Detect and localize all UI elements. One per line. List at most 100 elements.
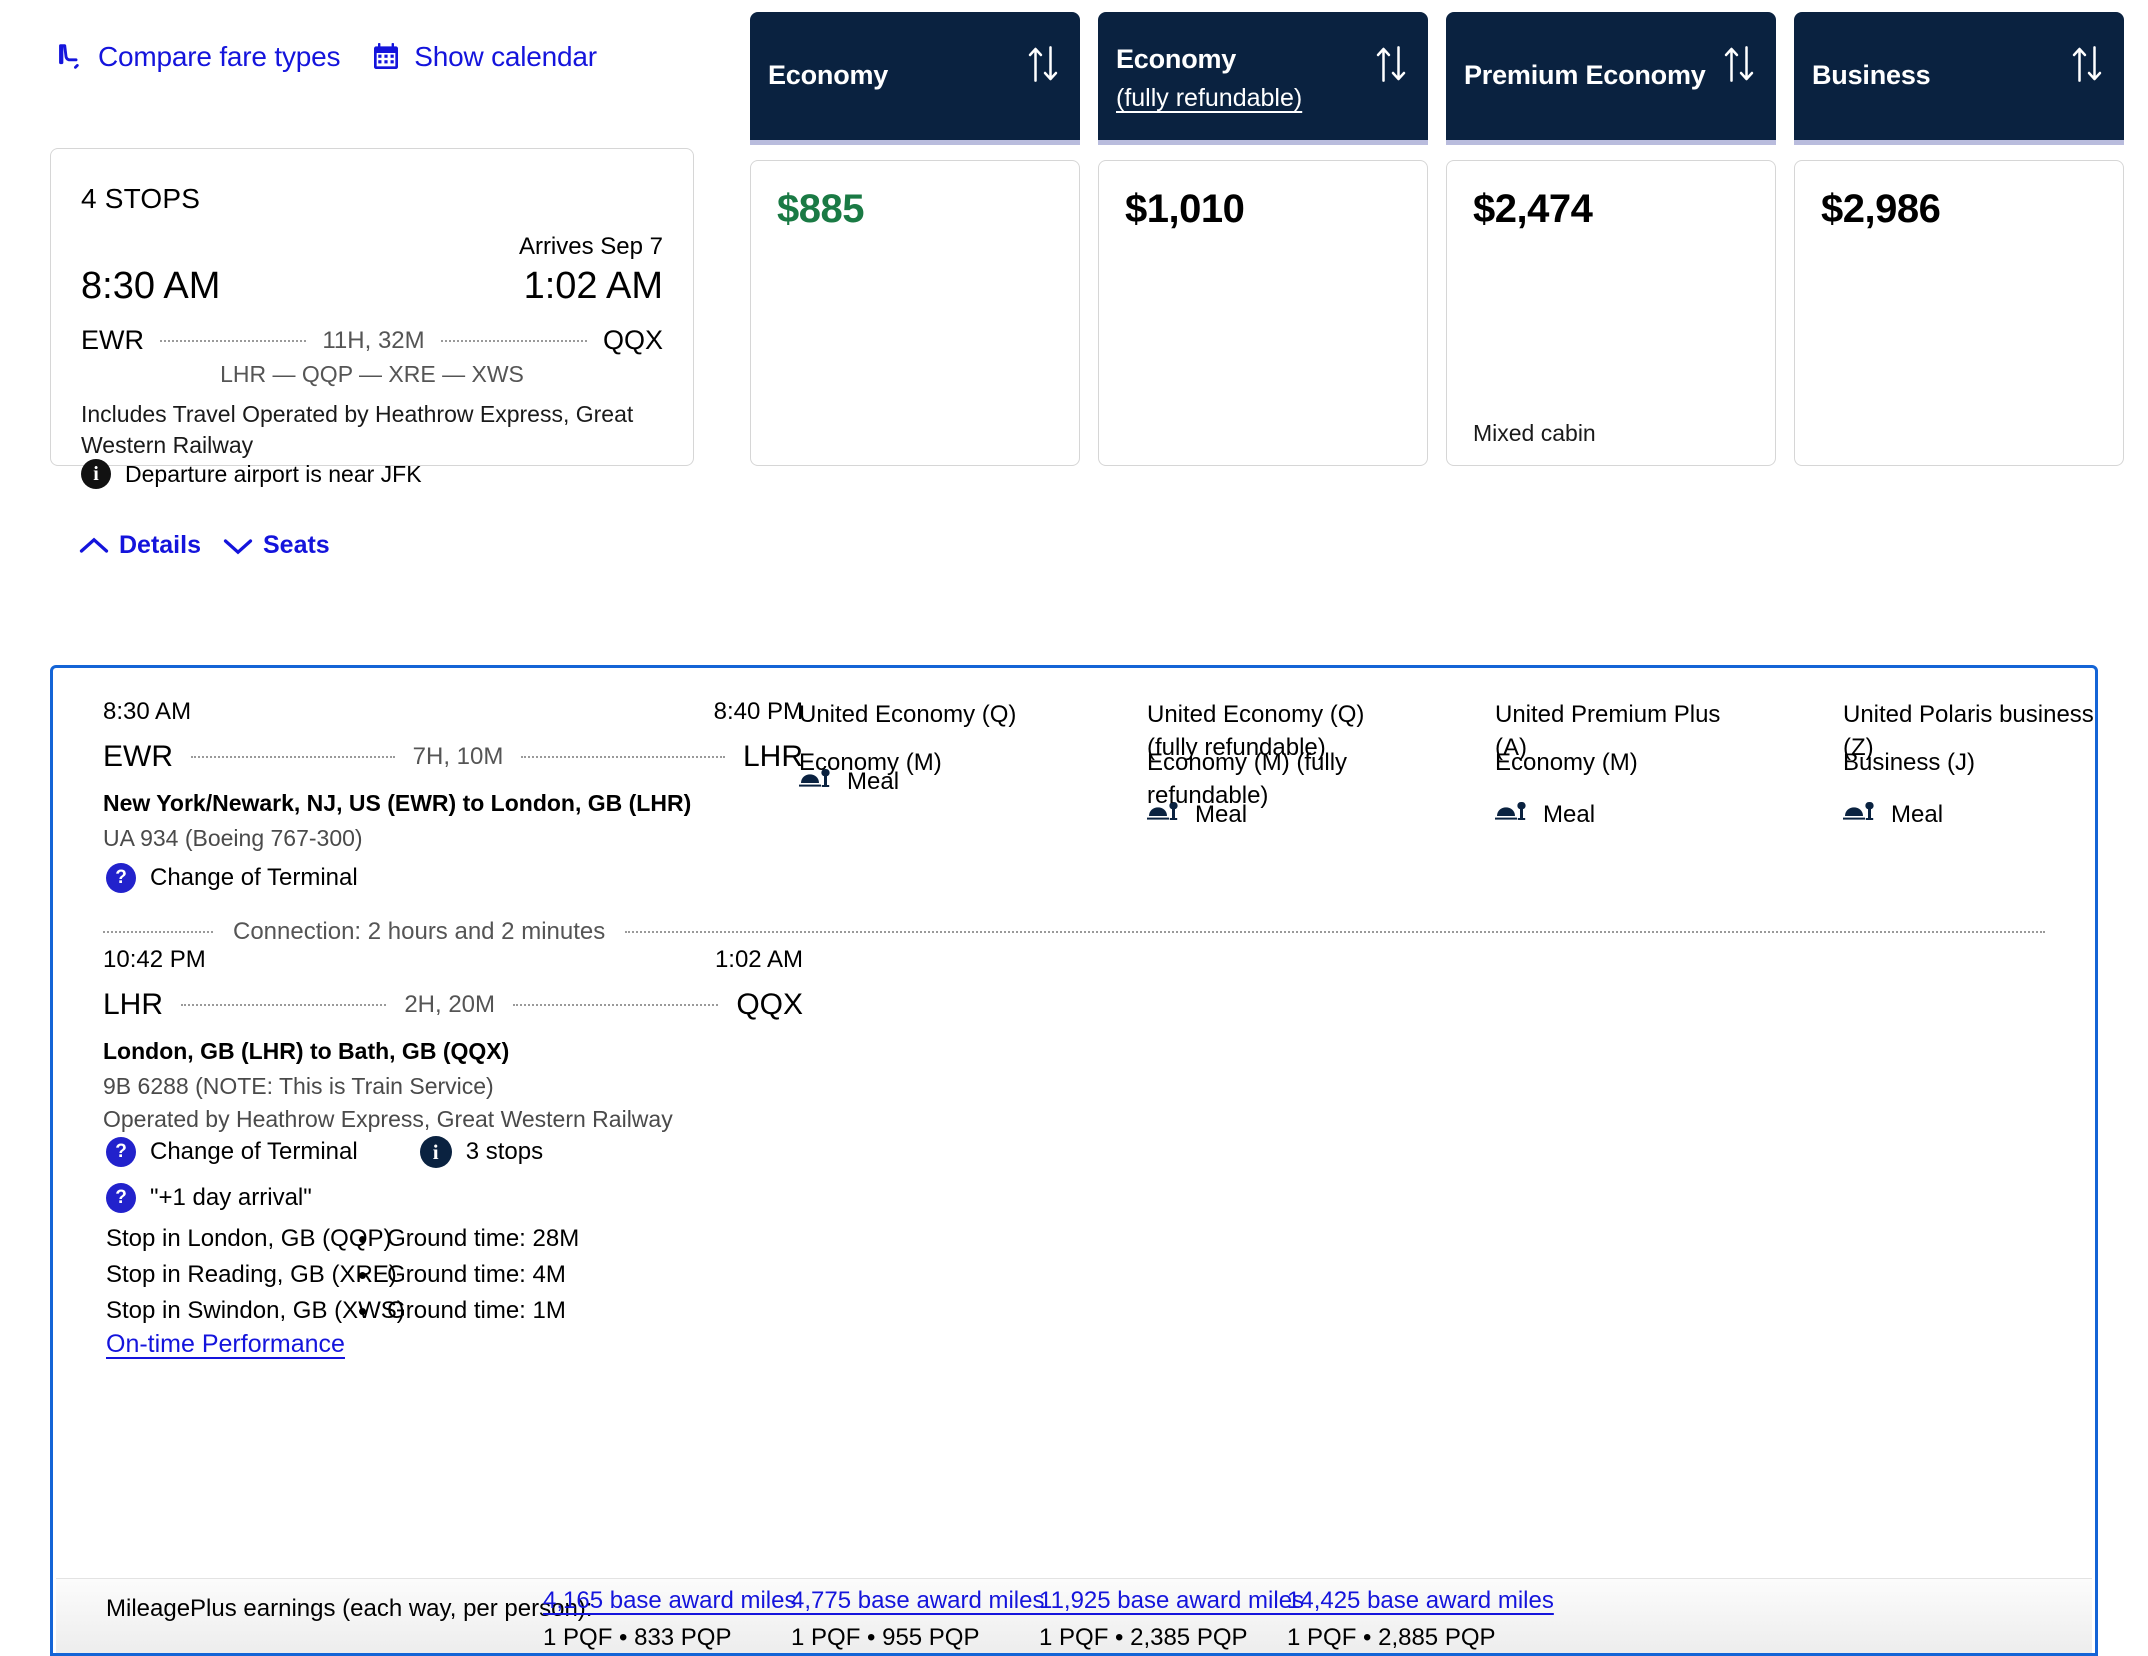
connection-dash-left xyxy=(103,931,213,933)
mileage-earnings-label: MileagePlus earnings (each way, per pers… xyxy=(106,1595,593,1622)
segment-2-times: 10:42 PM 1:02 AM xyxy=(103,946,803,980)
segment-origin-code: LHR xyxy=(103,988,164,1021)
question-icon[interactable]: ? xyxy=(106,863,136,893)
fare-class-label: Economy (M) xyxy=(799,749,942,776)
chevron-down-icon xyxy=(223,538,253,554)
segment-arrival-time: 8:40 PM xyxy=(713,698,803,725)
near-airport-note: i Departure airport is near JFK xyxy=(81,459,422,489)
fare-header-title: Economy xyxy=(768,60,889,90)
segment-arrival-time: 1:02 AM xyxy=(714,946,803,973)
separator-dot: • xyxy=(358,1296,368,1326)
mileage-column-business: 14,425 base award miles 1 PQF • 2,885 PQ… xyxy=(1287,1587,1554,1652)
show-calendar-button[interactable]: Show calendar xyxy=(370,41,597,73)
connection-divider: Connection: 2 hours and 2 minutes xyxy=(103,918,2045,946)
sort-toggle-icon[interactable] xyxy=(1722,44,1756,84)
base-award-miles-link[interactable]: 11,925 base award miles xyxy=(1039,1587,1304,1614)
seats-toggle-button[interactable]: Seats xyxy=(223,531,330,560)
segment-flight-number: UA 934 (Boeing 767-300) xyxy=(103,825,363,851)
price-value: $1,010 xyxy=(1125,187,1245,231)
summary-arrival-time: 1:02 AM xyxy=(523,265,663,307)
mileage-column-economy-refundable: 4,775 base award miles 1 PQF • 955 PQP xyxy=(791,1587,1044,1652)
compare-fare-types-button[interactable]: Compare fare types xyxy=(52,40,340,74)
question-icon[interactable]: ? xyxy=(106,1137,136,1167)
base-award-miles-link[interactable]: 14,425 base award miles xyxy=(1287,1587,1554,1614)
sort-toggle-icon[interactable] xyxy=(1374,44,1408,84)
fare-header-title: Premium Economy xyxy=(1464,60,1706,90)
price-card-economy-refundable[interactable]: $1,010 xyxy=(1098,160,1428,466)
connection-dash-right xyxy=(625,931,2045,933)
fare-header-premium-economy[interactable]: Premium Economy xyxy=(1446,12,1776,140)
fare-header-business[interactable]: Business xyxy=(1794,12,2124,140)
segment-duration: 7H, 10M xyxy=(412,743,504,770)
sort-toggle-icon[interactable] xyxy=(2070,44,2104,84)
badge-plus-one-day-arrival[interactable]: ? "+1 day arrival" xyxy=(106,1183,312,1213)
fare-header-economy[interactable]: Economy xyxy=(750,12,1080,140)
badge-label: "+1 day arrival" xyxy=(150,1184,312,1211)
segment-dash-left xyxy=(191,756,395,758)
compare-fare-types-label: Compare fare types xyxy=(98,41,341,72)
pqf-pqp-value: 1 PQF • 833 PQP xyxy=(543,1624,732,1651)
fare-header-title: Business xyxy=(1812,60,1931,90)
summary-departure-time: 8:30 AM xyxy=(81,265,221,307)
segment-2-fare-economy: Economy (M) xyxy=(799,746,1049,779)
route-dash-right xyxy=(440,339,587,342)
segment-city-pair: New York/Newark, NJ, US (EWR) to London,… xyxy=(103,790,692,816)
summary-destination-code: QQX xyxy=(603,325,664,355)
stop-ground-time: Ground time: 28M xyxy=(387,1225,580,1252)
mixed-cabin-note: Mixed cabin xyxy=(1473,420,1596,446)
stop-detail-row: Stop in London, GB (QQP) • Ground time: … xyxy=(106,1225,579,1253)
segment-destination-code: QQX xyxy=(736,988,803,1021)
summary-via-airports: LHR — QQP — XRE — XWS xyxy=(220,361,524,387)
fare-class-label: Economy (M) xyxy=(1495,749,1638,776)
details-toggle-button[interactable]: Details xyxy=(79,531,201,560)
flight-results-page: Compare fare types Show calendar Economy… xyxy=(0,0,2148,1656)
meal-icon xyxy=(1843,800,1879,829)
fare-header-economy-refundable[interactable]: Economy (fully refundable) xyxy=(1098,12,1428,140)
segment-flight-number: 9B 6288 (NOTE: This is Train Service) xyxy=(103,1073,494,1099)
segment-dash-left xyxy=(181,1004,387,1006)
stop-place: Stop in London, GB (QQP) xyxy=(106,1225,392,1252)
fare-header-title: Economy xyxy=(1116,44,1237,74)
stop-ground-time: Ground time: 4M xyxy=(387,1261,566,1288)
info-icon: i xyxy=(81,459,111,489)
badge-change-of-terminal[interactable]: ? Change of Terminal xyxy=(106,863,358,893)
badge-change-of-terminal[interactable]: ? Change of Terminal xyxy=(106,1137,358,1167)
price-value: $885 xyxy=(777,187,864,231)
route-dash-left xyxy=(160,339,307,342)
base-award-miles-link[interactable]: 4,775 base award miles xyxy=(791,1587,1044,1614)
stops-detail-list: Stop in London, GB (QQP) • Ground time: … xyxy=(106,1225,579,1333)
pqf-pqp-value: 1 PQF • 2,385 PQP xyxy=(1039,1624,1248,1651)
badge-label: Change of Terminal xyxy=(150,864,358,891)
price-value: $2,474 xyxy=(1473,187,1593,231)
fare-header-subtitle[interactable]: (fully refundable) xyxy=(1116,84,1302,113)
connection-label: Connection: 2 hours and 2 minutes xyxy=(233,918,606,945)
question-icon[interactable]: ? xyxy=(106,1183,136,1213)
segment-2-route: LHR 2H, 20M QQX xyxy=(103,988,803,1022)
segment-duration: 2H, 20M xyxy=(404,991,496,1018)
price-card-economy[interactable]: $885 xyxy=(750,160,1080,466)
mileage-earnings-bar: MileagePlus earnings (each way, per pers… xyxy=(56,1578,2092,1653)
summary-route: EWR 11H, 32M QQX xyxy=(81,325,663,356)
price-value: $2,986 xyxy=(1821,187,1941,231)
price-card-business[interactable]: $2,986 xyxy=(1794,160,2124,466)
meal-row: Meal xyxy=(1843,800,2113,829)
on-time-performance-link[interactable]: On-time Performance xyxy=(106,1330,345,1359)
summary-actions: Details Seats xyxy=(79,531,330,560)
show-calendar-label: Show calendar xyxy=(414,41,597,72)
sort-toggle-icon[interactable] xyxy=(1026,44,1060,84)
stop-place: Stop in Reading, GB (XRE) xyxy=(106,1261,397,1288)
seat-icon xyxy=(52,40,86,74)
calendar-icon xyxy=(370,41,402,73)
flight-details-panel: 8:30 AM 8:40 PM EWR 7H, 10M LHR New York… xyxy=(50,665,2098,1656)
segment-operated-by: Operated by Heathrow Express, Great West… xyxy=(103,1106,673,1132)
fare-class-label: Business (J) xyxy=(1843,749,1976,776)
info-icon[interactable]: i xyxy=(419,1136,452,1168)
separator-dot: • xyxy=(358,1224,368,1254)
badge-three-stops[interactable]: i 3 stops xyxy=(419,1136,543,1168)
fare-class-label: United Economy (Q) xyxy=(799,701,1017,728)
base-award-miles-link[interactable]: 4,165 base award miles xyxy=(543,1587,796,1614)
segment-origin-code: EWR xyxy=(103,740,173,773)
price-card-premium-economy[interactable]: $2,474 Mixed cabin xyxy=(1446,160,1776,466)
top-action-links: Compare fare types Show calendar xyxy=(52,40,597,74)
segment-2-badges-row-2: ? "+1 day arrival" xyxy=(106,1183,312,1213)
